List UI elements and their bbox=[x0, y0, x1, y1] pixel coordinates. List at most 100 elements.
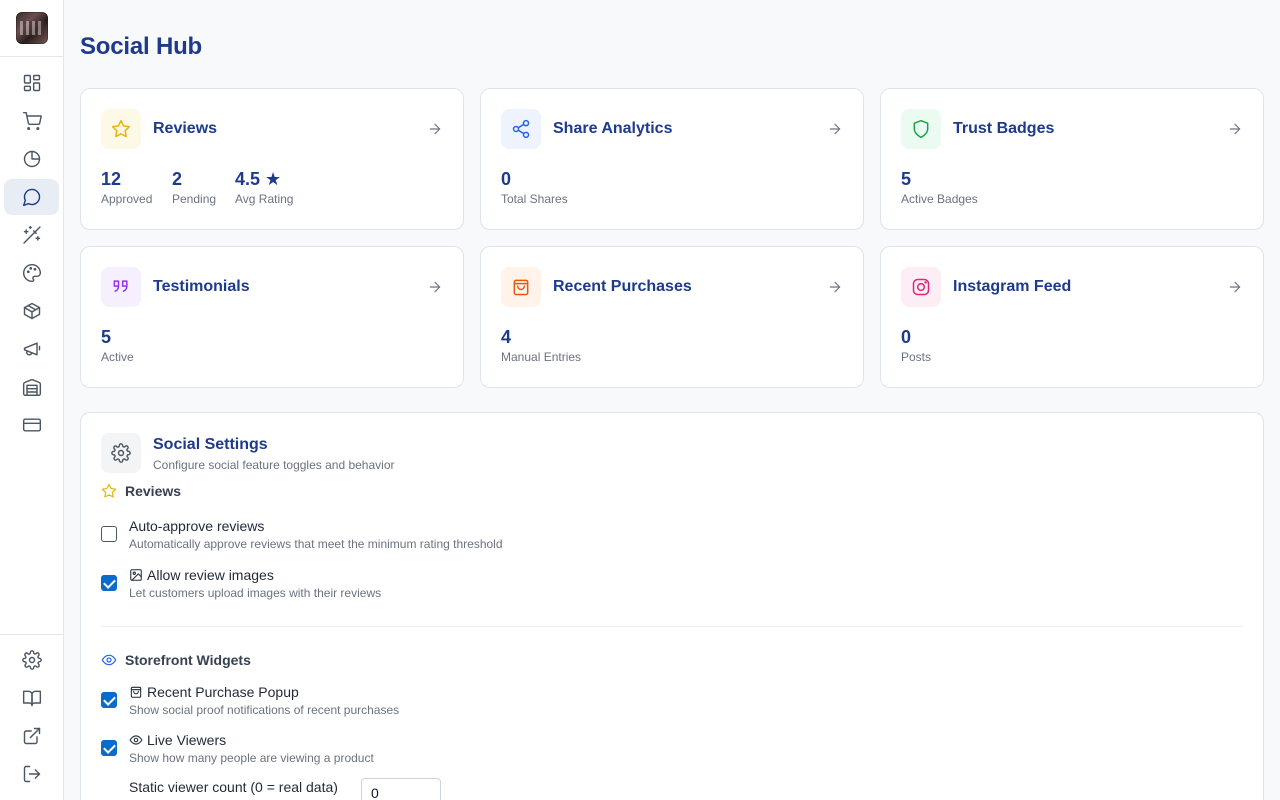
instagram-icon-box bbox=[901, 267, 941, 307]
sidebar-item-social[interactable] bbox=[4, 179, 59, 215]
option-description: Show how many people are viewing a produ… bbox=[129, 751, 374, 765]
social-settings-panel: Social Settings Configure social feature… bbox=[80, 412, 1264, 800]
static-viewer-count-input[interactable] bbox=[361, 778, 441, 800]
option-description: Show social proof notifications of recen… bbox=[129, 703, 400, 717]
recent-purchases-card-title: Recent Purchases bbox=[553, 278, 692, 295]
stat-total-shares: 0 Total Shares bbox=[501, 169, 568, 206]
sidebar-item-inventory[interactable] bbox=[4, 369, 59, 405]
quote-icon-box bbox=[101, 267, 141, 307]
reviews-card-title: Reviews bbox=[153, 120, 218, 137]
arrow-right-icon[interactable] bbox=[427, 279, 443, 295]
dashboard-icon bbox=[23, 74, 40, 92]
share-icon bbox=[512, 119, 530, 139]
sidebar-item-marketing-tools[interactable] bbox=[4, 217, 59, 253]
chat-bubble-icon bbox=[22, 188, 40, 207]
settings-title: Social Settings bbox=[153, 436, 268, 453]
shield-icon-box bbox=[901, 109, 941, 149]
stat-label: Manual Entries bbox=[501, 350, 582, 364]
reviews-icon-box bbox=[101, 109, 141, 149]
arrow-right-icon[interactable] bbox=[1227, 121, 1243, 137]
option-label: Auto-approve reviews bbox=[129, 518, 265, 534]
sidebar-item-view-store[interactable] bbox=[4, 718, 59, 754]
testimonials-card-title: Testimonials bbox=[153, 278, 250, 295]
magic-wand-icon bbox=[22, 225, 41, 244]
sidebar-item-products[interactable] bbox=[4, 293, 59, 329]
section-title: Reviews bbox=[125, 483, 182, 499]
stat-value: 2 bbox=[172, 169, 183, 189]
quote-icon bbox=[113, 280, 128, 292]
sidebar-item-docs[interactable] bbox=[4, 680, 59, 716]
credit-card-icon bbox=[22, 418, 41, 432]
option-label: Recent Purchase Popup bbox=[129, 684, 299, 700]
stat-posts: 0 Posts bbox=[901, 327, 931, 364]
option-description: Automatically approve reviews that meet … bbox=[129, 537, 503, 551]
eye-icon bbox=[129, 735, 143, 745]
instagram-feed-card[interactable]: Instagram Feed 0 Posts bbox=[880, 246, 1264, 388]
stat-label: Pending bbox=[172, 192, 217, 206]
share-analytics-card[interactable]: Share Analytics 0 Total Shares bbox=[480, 88, 864, 230]
cart-icon bbox=[22, 111, 42, 131]
reviews-section-header: Reviews bbox=[101, 483, 181, 499]
testimonials-card[interactable]: Testimonials 5 Active bbox=[80, 246, 464, 388]
purchase-popup-option: Recent Purchase Popup Show social proof … bbox=[101, 684, 1101, 724]
option-description: Let customers upload images with their r… bbox=[129, 586, 382, 600]
sidebar-item-payments[interactable] bbox=[4, 407, 59, 443]
instagram-icon bbox=[912, 278, 930, 296]
auto-approve-option: Auto-approve reviews Automatically appro… bbox=[101, 518, 1101, 558]
stat-approved: 12 Approved bbox=[101, 169, 152, 206]
megaphone-icon bbox=[23, 342, 40, 356]
book-icon bbox=[22, 690, 41, 707]
arrow-right-icon[interactable] bbox=[1227, 279, 1243, 295]
arrow-right-icon[interactable] bbox=[427, 121, 443, 137]
stat-active-testimonials: 5 Active bbox=[101, 327, 134, 364]
live-viewers-option: Live Viewers Show how many people are vi… bbox=[101, 732, 1101, 772]
store-logo[interactable] bbox=[16, 12, 48, 44]
eye-icon bbox=[101, 654, 117, 666]
trust-badges-card-title: Trust Badges bbox=[953, 120, 1055, 137]
sidebar-item-orders[interactable] bbox=[4, 103, 59, 139]
settings-icon bbox=[21, 650, 42, 670]
sidebar-item-dashboard[interactable] bbox=[4, 65, 59, 101]
stat-label: Avg Rating bbox=[235, 192, 294, 206]
trust-badges-card[interactable]: Trust Badges 5 Active Badges bbox=[880, 88, 1264, 230]
logout-icon bbox=[23, 765, 40, 783]
stat-active-badges: 5 Active Badges bbox=[901, 169, 978, 206]
stat-value: 5 bbox=[101, 327, 112, 347]
stat-value: 12 bbox=[101, 169, 122, 189]
sidebar-item-campaigns[interactable] bbox=[4, 331, 59, 367]
purchase-popup-checkbox[interactable] bbox=[101, 692, 117, 708]
stat-value: 0 bbox=[901, 327, 912, 347]
allow-images-checkbox[interactable] bbox=[101, 575, 117, 591]
external-link-icon bbox=[23, 727, 40, 745]
stat-label: Total Shares bbox=[501, 192, 568, 206]
package-icon bbox=[23, 302, 40, 320]
shopping-bag-icon-box bbox=[501, 267, 541, 307]
sidebar-item-analytics[interactable] bbox=[4, 141, 59, 177]
shield-icon bbox=[913, 119, 929, 139]
arrow-right-icon[interactable] bbox=[827, 121, 843, 137]
sidebar bbox=[0, 0, 64, 800]
star-icon bbox=[111, 119, 131, 138]
stat-pending: 2 Pending bbox=[172, 169, 216, 206]
stat-value: 5 bbox=[901, 169, 912, 189]
allow-images-option: Allow review images Let customers upload… bbox=[101, 567, 1101, 607]
recent-purchases-card[interactable]: Recent Purchases 4 Manual Entries bbox=[480, 246, 864, 388]
share-analytics-card-title: Share Analytics bbox=[553, 120, 673, 137]
shopping-bag-icon bbox=[130, 686, 142, 698]
share-icon-box bbox=[501, 109, 541, 149]
gear-icon bbox=[111, 443, 131, 463]
stat-label: Approved bbox=[101, 192, 153, 206]
image-icon bbox=[130, 569, 142, 581]
sidebar-item-themes[interactable] bbox=[4, 255, 59, 291]
palette-icon bbox=[22, 263, 41, 283]
sidebar-item-logout[interactable] bbox=[4, 756, 59, 792]
stat-avg-rating: 4.5 ★ Avg Rating bbox=[235, 169, 293, 206]
instagram-feed-card-title: Instagram Feed bbox=[953, 278, 1072, 295]
auto-approve-checkbox[interactable] bbox=[101, 526, 117, 542]
arrow-right-icon[interactable] bbox=[827, 279, 843, 295]
sidebar-item-settings[interactable] bbox=[4, 642, 59, 678]
reviews-card[interactable]: Reviews 12 Approved 2 Pending 4.5 ★ Avg … bbox=[80, 88, 464, 230]
live-viewers-checkbox[interactable] bbox=[101, 740, 117, 756]
stat-label: Posts bbox=[901, 350, 932, 364]
stat-label: Active bbox=[101, 350, 134, 364]
